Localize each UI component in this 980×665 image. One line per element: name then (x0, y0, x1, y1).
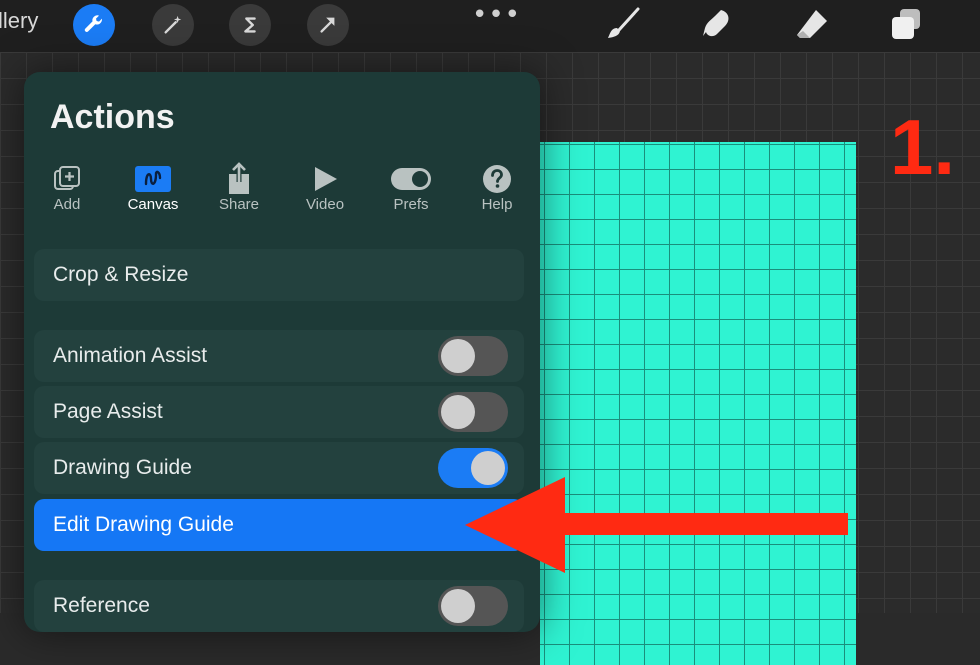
toggle-prefs-icon (391, 168, 431, 190)
magic-wand-icon (164, 15, 182, 34)
actions-tabs: Add Canvas Share Video Prefs Help (24, 162, 540, 222)
tab-add[interactable]: Add (24, 162, 110, 222)
top-toolbar: llery ••• (0, 0, 980, 52)
tab-help[interactable]: Help (454, 162, 540, 222)
tab-canvas[interactable]: Canvas (110, 162, 196, 222)
tab-prefs[interactable]: Prefs (368, 162, 454, 222)
drawing-guide-label: Drawing Guide (53, 456, 192, 479)
tab-label: Add (53, 196, 81, 213)
artboard-canvas[interactable] (540, 142, 856, 665)
selection-s-icon (244, 17, 256, 33)
edit-drawing-guide-label: Edit Drawing Guide (53, 513, 234, 536)
tab-label: Share (218, 196, 260, 213)
eraser-icon (797, 10, 827, 38)
canvas-icon (135, 166, 171, 192)
more-options-button[interactable]: ••• (472, 0, 521, 30)
paintbrush-icon (608, 7, 640, 38)
red-arrow-annotation (465, 477, 848, 573)
toggle-knob (441, 339, 475, 373)
selection-button[interactable] (229, 4, 271, 46)
tab-label: Prefs (393, 196, 429, 213)
help-icon (483, 165, 511, 193)
tab-label: Help (481, 196, 513, 213)
wrench-icon (84, 15, 102, 32)
layers-button[interactable] (886, 4, 926, 44)
crop-resize-item[interactable]: Crop & Resize (34, 249, 524, 301)
add-icon (54, 166, 80, 190)
toggle-knob (441, 589, 475, 623)
eraser-tool[interactable] (792, 4, 832, 44)
step-number-annotation: 1. (890, 103, 956, 191)
layers-icon (892, 9, 920, 39)
drawing-guide-item[interactable]: Drawing Guide (34, 442, 524, 494)
share-icon (229, 162, 249, 194)
toggle-knob (441, 395, 475, 429)
tab-label: Video (305, 196, 345, 213)
transform-button[interactable] (307, 4, 349, 46)
page-assist-toggle[interactable] (438, 392, 508, 432)
tab-label: Canvas (127, 196, 179, 213)
actions-wrench-button[interactable] (73, 4, 115, 46)
crop-resize-label: Crop & Resize (53, 263, 189, 286)
brush-tool[interactable] (603, 4, 643, 44)
tab-video[interactable]: Video (282, 162, 368, 222)
page-assist-label: Page Assist (53, 400, 163, 423)
reference-label: Reference (53, 594, 150, 617)
smudge-tool[interactable] (697, 4, 737, 44)
adjustments-button[interactable] (152, 4, 194, 46)
reference-toggle[interactable] (438, 586, 508, 626)
animation-assist-item[interactable]: Animation Assist (34, 330, 524, 382)
actions-panel: Actions Add Canvas Share Video Prefs Hel… (24, 72, 540, 632)
animation-assist-label: Animation Assist (53, 344, 208, 367)
animation-assist-toggle[interactable] (438, 336, 508, 376)
panel-title: Actions (50, 98, 175, 136)
play-icon (315, 167, 337, 191)
reference-item[interactable]: Reference (34, 580, 524, 632)
smudge-finger-icon (703, 10, 729, 37)
tab-share[interactable]: Share (196, 162, 282, 222)
edit-drawing-guide-item[interactable]: Edit Drawing Guide (34, 499, 524, 551)
gallery-button[interactable]: llery (0, 8, 38, 34)
cursor-arrow-icon (320, 17, 335, 33)
page-assist-item[interactable]: Page Assist (34, 386, 524, 438)
